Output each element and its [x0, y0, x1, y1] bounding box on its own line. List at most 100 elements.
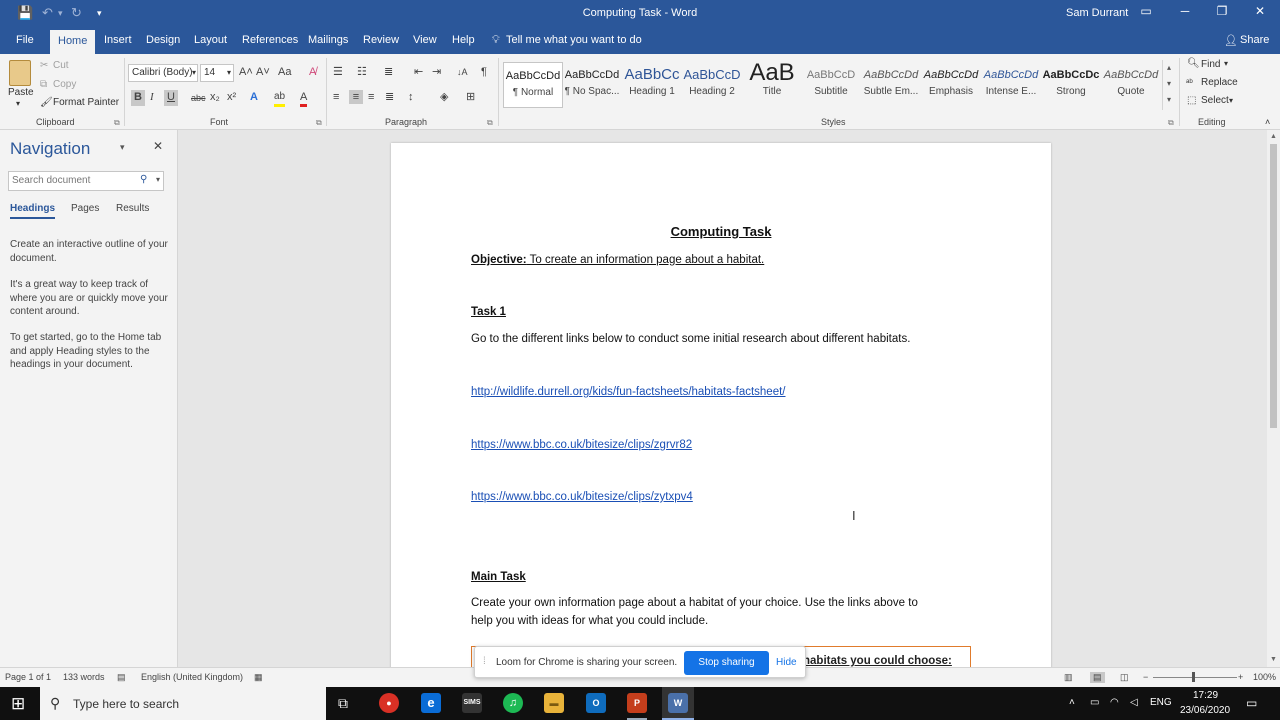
superscript-button[interactable]: x² — [227, 90, 236, 104]
share-button[interactable]: Share — [1240, 34, 1269, 46]
styles-launcher-icon[interactable]: ⧉ — [1168, 118, 1174, 128]
text-effects-icon[interactable]: A — [250, 90, 258, 104]
style-normal[interactable]: AaBbCcDd ¶ Normal — [503, 62, 563, 108]
tab-review[interactable]: Review — [363, 34, 399, 46]
habitat-link-2[interactable]: https://www.bbc.co.uk/bitesize/clips/zgr… — [471, 439, 692, 451]
network-icon[interactable]: ◠ — [1110, 697, 1119, 708]
input-language[interactable]: ENG — [1150, 697, 1172, 708]
numbering-icon[interactable]: ☷ — [357, 65, 367, 79]
close-icon[interactable]: ✕ — [1250, 4, 1270, 22]
tab-results[interactable]: Results — [116, 203, 149, 214]
paragraph-launcher-icon[interactable]: ⧉ — [487, 118, 493, 128]
find-dropdown-icon[interactable]: ▾ — [1224, 59, 1228, 68]
scroll-down-icon[interactable]: ▼ — [1270, 656, 1277, 663]
tray-chevron-icon[interactable]: ˄ — [1069, 697, 1075, 708]
proofing-icon[interactable]: ▤ — [117, 672, 126, 683]
style-subtitle[interactable]: AaBbCcD Subtitle — [801, 62, 861, 108]
font-launcher-icon[interactable]: ⧉ — [316, 118, 322, 128]
increase-indent-icon[interactable]: ⇥ — [432, 65, 441, 79]
tab-help[interactable]: Help — [452, 34, 475, 46]
tab-view[interactable]: View — [413, 34, 437, 46]
clock-date[interactable]: 23/06/2020 — [1180, 705, 1230, 716]
paste-dropdown-icon[interactable]: ▾ — [16, 99, 20, 108]
shading-icon[interactable]: ◈ — [440, 90, 448, 104]
bold-button[interactable]: B — [131, 90, 145, 106]
clipboard-launcher-icon[interactable]: ⧉ — [114, 118, 120, 128]
line-spacing-icon[interactable]: ↕ — [408, 90, 414, 104]
align-right-icon[interactable]: ≡ — [368, 90, 374, 104]
style-strong[interactable]: AaBbCcDc Strong — [1041, 62, 1101, 108]
sims-app-icon[interactable]: SIMS — [462, 693, 482, 713]
notifications-icon[interactable]: ▭ — [1246, 696, 1257, 710]
file-explorer-app-icon[interactable]: ▬ — [544, 693, 564, 713]
style-heading-2[interactable]: AaBbCcD Heading 2 — [682, 62, 742, 108]
font-color-icon[interactable]: A — [300, 90, 308, 107]
collapse-ribbon-icon[interactable]: ˄ — [1265, 117, 1270, 127]
restore-icon[interactable]: ❐ — [1212, 4, 1232, 22]
hide-button[interactable]: Hide — [776, 657, 797, 668]
tab-pages[interactable]: Pages — [71, 203, 99, 214]
replace-button[interactable]: Replace — [1201, 77, 1238, 88]
zoom-slider[interactable] — [1153, 677, 1237, 678]
tab-mailings[interactable]: Mailings — [308, 34, 348, 46]
style-subtle-emphasis[interactable]: AaBbCcDd Subtle Em... — [861, 62, 921, 108]
align-left-icon[interactable]: ≡ — [333, 90, 339, 104]
format-painter-button[interactable]: Format Painter — [53, 97, 119, 108]
powerpoint-app-icon[interactable]: P — [627, 693, 647, 713]
task-view-icon[interactable]: ⧉ — [338, 695, 348, 712]
tab-insert[interactable]: Insert — [104, 34, 132, 46]
word-count[interactable]: 133 words — [63, 672, 105, 682]
scrollbar-thumb[interactable] — [1270, 144, 1277, 428]
language[interactable]: English (United Kingdom) — [141, 672, 243, 682]
search-icon[interactable]: ⚲ — [140, 174, 147, 185]
document-page[interactable]: Computing Task Objective: To create an i… — [391, 143, 1051, 667]
search-dropdown-icon[interactable]: ▾ — [156, 175, 160, 184]
battery-icon[interactable]: ▭ — [1090, 697, 1099, 708]
tab-headings[interactable]: Headings — [10, 203, 56, 219]
user-name[interactable]: Sam Durrant — [1066, 7, 1128, 19]
outlook-app-icon[interactable]: O — [586, 693, 606, 713]
document-area[interactable]: Computing Task Objective: To create an i… — [179, 130, 1267, 667]
clear-formatting-icon[interactable]: A̸ — [309, 65, 316, 79]
page-count[interactable]: Page 1 of 1 — [5, 672, 51, 682]
ribbon-display-icon[interactable]: ▭ — [1136, 4, 1156, 22]
select-button[interactable]: Select — [1201, 95, 1229, 106]
paste-button[interactable]: Paste — [8, 87, 34, 98]
justify-icon[interactable]: ≣ — [385, 90, 394, 104]
clock-time[interactable]: 17:29 — [1193, 690, 1218, 701]
strikethrough-button[interactable]: abc — [191, 91, 206, 105]
tab-file[interactable]: File — [16, 34, 34, 46]
style-intense-emphasis[interactable]: AaBbCcDd Intense E... — [981, 62, 1041, 108]
stop-sharing-button[interactable]: Stop sharing — [684, 651, 769, 675]
vertical-scrollbar[interactable]: ▲ ▼ — [1267, 130, 1280, 667]
find-button[interactable]: Find — [1201, 59, 1220, 70]
taskbar-search[interactable]: ⚲ Type here to search — [40, 687, 326, 720]
borders-icon[interactable]: ⊞ — [466, 90, 475, 104]
sort-icon[interactable]: ↓A — [457, 65, 468, 79]
close-icon[interactable]: ✕ — [153, 139, 163, 153]
show-marks-icon[interactable]: ¶ — [481, 65, 487, 79]
minimize-icon[interactable]: ─ — [1175, 4, 1195, 22]
font-name-box[interactable]: Calibri (Body) — [128, 64, 198, 82]
tab-home[interactable]: Home — [50, 30, 96, 54]
scroll-up-icon[interactable]: ▲ — [1270, 133, 1277, 140]
font-name-dropdown-icon[interactable]: ▾ — [192, 68, 196, 77]
spotify-app-icon[interactable]: ♫ — [503, 693, 523, 713]
grow-font-icon[interactable]: A˄ — [239, 65, 253, 79]
change-case-icon[interactable]: Aa — [278, 65, 291, 79]
style-title[interactable]: AaB Title — [742, 62, 802, 108]
style-quote[interactable]: AaBbCcDd Quote — [1101, 62, 1161, 108]
edge-app-icon[interactable]: e — [421, 693, 441, 713]
paste-icon[interactable] — [9, 60, 31, 86]
nav-options-icon[interactable]: ▾ — [120, 142, 125, 153]
select-dropdown-icon[interactable]: ▾ — [1229, 96, 1233, 105]
print-layout-icon[interactable]: ▤ — [1090, 672, 1105, 683]
chrome-app-icon[interactable]: ● — [379, 693, 399, 713]
align-center-icon[interactable]: ≡ — [349, 90, 363, 104]
tab-layout[interactable]: Layout — [194, 34, 227, 46]
habitat-link-1[interactable]: http://wildlife.durrell.org/kids/fun-fac… — [471, 386, 786, 398]
zoom-out-icon[interactable]: − — [1143, 672, 1148, 682]
drag-handle-icon[interactable]: ⁞ — [483, 656, 486, 667]
zoom-in-icon[interactable]: + — [1238, 672, 1243, 682]
multilevel-list-icon[interactable]: ≣ — [384, 65, 393, 79]
